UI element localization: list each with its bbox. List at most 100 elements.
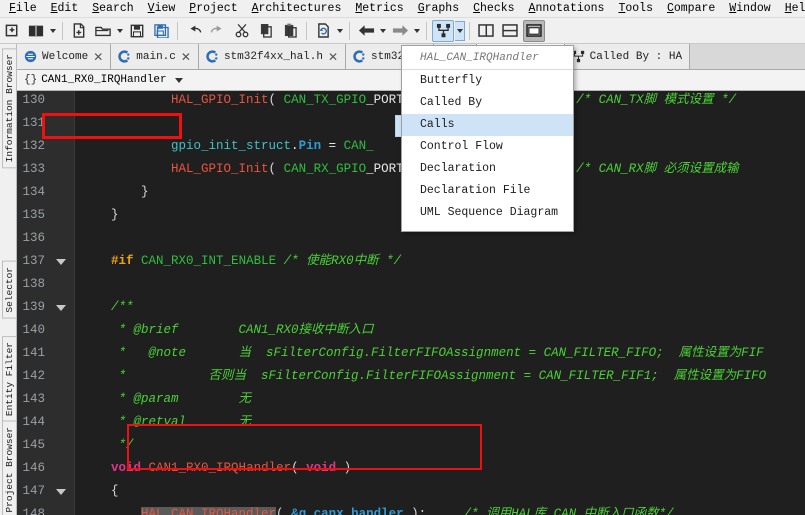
menu-item-search[interactable]: Search: [85, 1, 140, 16]
code-line[interactable]: [81, 273, 89, 296]
context-menu-item-called-by[interactable]: Called By: [402, 92, 573, 114]
code-line[interactable]: #if CAN_RX0_INT_ENABLE /* 使能RX0中断 */: [81, 250, 401, 273]
graph-context-menu[interactable]: HAL_CAN_IRQHandler Butterfly Called By Cal…: [401, 45, 574, 232]
open-book-dropdown-icon[interactable]: [48, 21, 58, 41]
copy-icon[interactable]: [255, 20, 277, 42]
editor-tab-stm32f4xx-hal-h[interactable]: stm32f4xx_hal.h ✕: [198, 44, 347, 69]
close-icon[interactable]: ✕: [328, 50, 338, 64]
dock-tab-information-browser[interactable]: Information Browser: [2, 48, 17, 169]
menu-item-edit[interactable]: Edit: [44, 1, 86, 16]
context-menu-item-butterfly[interactable]: Butterfly: [402, 70, 573, 92]
cut-icon[interactable]: [231, 20, 253, 42]
menu-item-metrics[interactable]: Metrics: [348, 1, 410, 16]
menu-item-help[interactable]: Help: [778, 1, 805, 16]
menu-item-tools[interactable]: Tools: [611, 1, 660, 16]
split-horizontal-icon[interactable]: [499, 20, 521, 42]
context-menu-item-control-flow[interactable]: Control Flow: [402, 136, 573, 158]
split-vertical-icon[interactable]: [475, 20, 497, 42]
chevron-down-icon[interactable]: [174, 77, 183, 83]
code-token: HAL_GPIO_Init: [171, 162, 269, 176]
code-line[interactable]: [81, 227, 89, 250]
fold-toggle-icon[interactable]: [56, 250, 68, 273]
toolbar-separator: [469, 21, 470, 40]
code-token: HAL_GPIO_Init: [171, 93, 269, 107]
code-line[interactable]: void CAN1_RX0_IRQHandler( void ): [81, 457, 351, 480]
back-dropdown-icon[interactable]: [378, 21, 388, 41]
code-line[interactable]: * @retval 无: [81, 411, 252, 434]
refresh-file-icon[interactable]: [312, 20, 334, 42]
paste-icon[interactable]: [279, 20, 301, 42]
toolbar-separator: [177, 21, 178, 40]
forward-dropdown-icon[interactable]: [412, 21, 422, 41]
save-all-icon[interactable]: [150, 20, 172, 42]
editor-tab-main-c[interactable]: main.c ✕: [111, 44, 199, 69]
fold-toggle-icon[interactable]: [56, 296, 68, 319]
code-line[interactable]: HAL_CAN_IRQHandler( &g_canx_handler ); /…: [81, 503, 674, 515]
menu-item-checks[interactable]: Checks: [466, 1, 521, 16]
code-line[interactable]: * 否则当 sFilterConfig.FilterFIFOAssignment…: [81, 365, 767, 388]
code-token: &g_canx_handler: [291, 507, 404, 515]
code-line[interactable]: * @note 当 sFilterConfig.FilterFIFOAssign…: [81, 342, 764, 365]
new-project-icon[interactable]: [1, 20, 23, 42]
code-token: /**: [111, 300, 134, 314]
menu-item-window[interactable]: Window: [722, 1, 777, 16]
undo-icon[interactable]: [183, 20, 205, 42]
code-line[interactable]: }: [81, 204, 119, 227]
context-menu-item-uml-sequence-diagram[interactable]: UML Sequence Diagram: [402, 202, 573, 224]
refresh-dropdown-icon[interactable]: [335, 21, 345, 41]
code-line[interactable]: {: [81, 480, 119, 503]
menu-item-file[interactable]: File: [2, 1, 44, 16]
line-number: 145: [22, 438, 45, 452]
close-icon[interactable]: ✕: [181, 50, 191, 64]
new-file-icon[interactable]: [68, 20, 90, 42]
line-number-gutter: 130 131 132 133 134 135 136 137 138 139 140 141 142 1…: [17, 91, 50, 515]
line-number: 143: [22, 392, 45, 406]
graph-icon[interactable]: [432, 19, 454, 42]
context-menu-item-declaration-file[interactable]: Declaration File: [402, 180, 573, 202]
open-folder-dropdown-icon[interactable]: [115, 21, 125, 41]
tab-label: stm32f4xx_hal.h: [223, 50, 323, 63]
menu-item-view[interactable]: View: [141, 1, 183, 16]
context-menu-item-declaration[interactable]: Declaration: [402, 158, 573, 180]
code-line[interactable]: [81, 112, 89, 135]
open-book-icon[interactable]: [25, 20, 47, 42]
code-line[interactable]: */: [81, 434, 134, 457]
code-token: }: [81, 208, 119, 222]
menu-item-architectures[interactable]: Architectures: [245, 1, 349, 16]
open-folder-icon[interactable]: [92, 20, 114, 42]
editor-tab-welcome[interactable]: Welcome ✕: [17, 44, 112, 69]
code-line[interactable]: /**: [81, 296, 134, 319]
line-number: 148: [22, 507, 45, 515]
dock-tab-project-browser[interactable]: Project Browser: [2, 421, 17, 515]
back-icon[interactable]: [355, 20, 377, 42]
menu-item-graphs[interactable]: Graphs: [411, 1, 466, 16]
code-line[interactable]: }: [81, 181, 149, 204]
dock-tab-entity-filter[interactable]: Entity Filter: [2, 336, 17, 423]
context-menu-item-calls[interactable]: Calls: [402, 114, 573, 136]
menu-item-annotations[interactable]: Annotations: [522, 1, 612, 16]
close-icon[interactable]: ✕: [93, 50, 103, 64]
code-line[interactable]: * @brief CAN1_RX0接收中断入口: [81, 319, 374, 342]
single-pane-icon[interactable]: [523, 19, 545, 42]
code-line[interactable]: gpio_init_struct.Pin = CAN_: [81, 135, 374, 158]
fold-toggle-icon[interactable]: [56, 480, 68, 503]
code-token: * @brief CAN1_RX0接收中断入口: [81, 323, 374, 337]
c-file-icon: [118, 50, 130, 63]
welcome-icon: [24, 50, 37, 63]
save-icon[interactable]: [126, 20, 148, 42]
dock-tab-selector[interactable]: Selector: [2, 261, 17, 319]
menu-item-project[interactable]: Project: [182, 1, 244, 16]
redo-icon[interactable]: [207, 20, 229, 42]
toolbar-separator: [426, 21, 427, 40]
editor-tab-called-by-ha[interactable]: Called By : HA: [564, 44, 691, 69]
code-token: CAN_RX0_INT_ENABLE: [141, 254, 277, 268]
forward-icon[interactable]: [389, 20, 411, 42]
code-line[interactable]: * @param 无: [81, 388, 252, 411]
menu-item-compare[interactable]: Compare: [660, 1, 722, 16]
graph-dropdown-icon[interactable]: [455, 20, 465, 41]
